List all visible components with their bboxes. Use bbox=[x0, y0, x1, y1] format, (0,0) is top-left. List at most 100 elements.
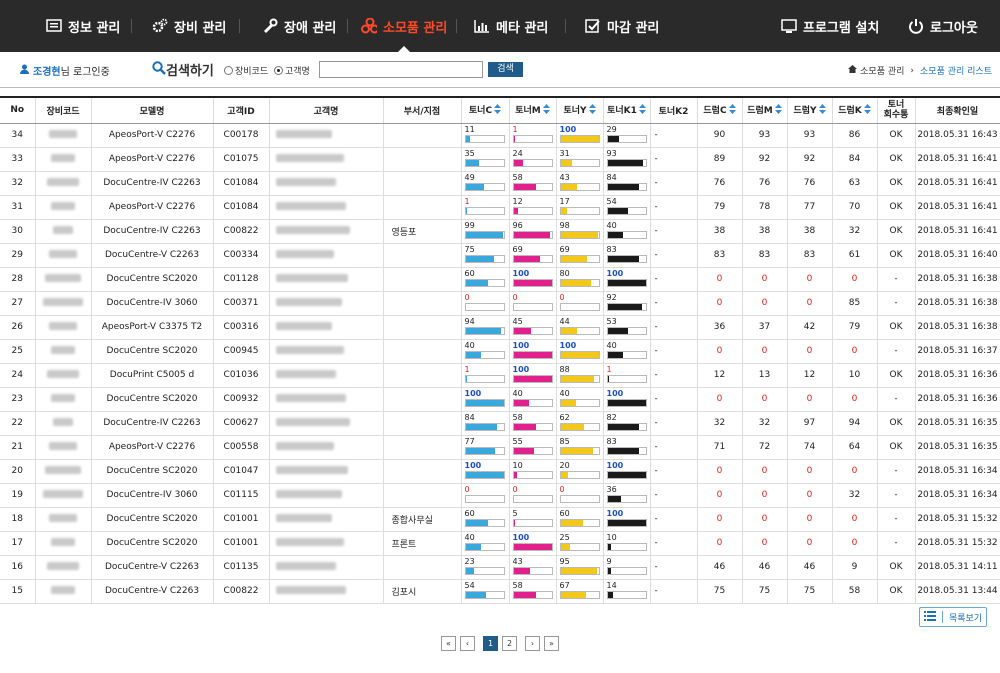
column-header-label: 드럼M bbox=[747, 106, 773, 117]
drum-dy: 0 bbox=[787, 531, 833, 556]
radio-device-code[interactable]: 장비코드 bbox=[224, 64, 268, 77]
table-row[interactable]: 28 DocuCentre SC2020 C01128 60 100 80 100-0 0 0 0… bbox=[0, 267, 1000, 292]
search-button[interactable]: 검색 bbox=[488, 62, 523, 77]
last-page-button[interactable]: » bbox=[544, 636, 559, 651]
table-row[interactable]: 29 DocuCentre-V C2263 C00334 75 69 69 83-83 83 8… bbox=[0, 243, 1000, 268]
department bbox=[383, 171, 462, 196]
column-header[interactable]: 토너Y bbox=[556, 96, 604, 124]
device-code-masked bbox=[35, 531, 92, 556]
search-input[interactable] bbox=[319, 61, 483, 78]
page-2-button[interactable]: 2 bbox=[502, 636, 517, 651]
column-header-label: 드럼C bbox=[703, 106, 727, 117]
toner-value: 12 bbox=[512, 196, 523, 206]
nav-divider bbox=[131, 19, 132, 33]
waste-toner-status: OK bbox=[877, 555, 916, 580]
prev-page-button[interactable]: ‹ bbox=[460, 636, 475, 651]
logout-button[interactable]: 로그아웃 bbox=[908, 0, 978, 52]
table-row[interactable]: 30 DocuCentre-IV C2263 C00822 영등포 99 96 98 40-3… bbox=[0, 219, 1000, 244]
drum-dc: 12 bbox=[697, 363, 743, 388]
table-row[interactable]: 23 DocuCentre SC2020 C00932 100 40 40 100-0 0 0 0… bbox=[0, 387, 1000, 412]
nav-info[interactable]: 정보 관리 bbox=[46, 0, 120, 52]
table-row[interactable]: 18 DocuCentre SC2020 C01001 종합사무실 60 5 60 100-0… bbox=[0, 507, 1000, 532]
last-checked-date: 2018.05.31 16:35 bbox=[915, 411, 1000, 436]
toner-bar bbox=[464, 326, 505, 335]
customer-name-masked bbox=[269, 363, 384, 388]
toner-level-tc: 84 bbox=[461, 411, 510, 436]
drum-dk: 0 bbox=[832, 339, 878, 364]
column-header[interactable]: 토너K1 bbox=[603, 96, 651, 124]
toner-level-ty: 95 bbox=[556, 555, 604, 580]
toner-k2: - bbox=[650, 483, 698, 508]
waste-toner-status: - bbox=[877, 267, 916, 292]
top-nav: 정보 관리 장비 관리 장애 관리 소모품 관리 메타 관리 마감 관리 프로그… bbox=[0, 0, 1000, 52]
nav-meta[interactable]: 메타 관리 bbox=[474, 0, 548, 52]
first-page-button[interactable]: « bbox=[441, 636, 456, 651]
column-header[interactable]: 토너M bbox=[509, 96, 557, 124]
sort-arrows-icon[interactable] bbox=[542, 104, 550, 117]
table-row[interactable]: 21 ApeosPort-V C2276 C00558 77 55 85 83 -71 72 74… bbox=[0, 435, 1000, 460]
drum-dm: 75 bbox=[742, 579, 788, 604]
divider bbox=[941, 611, 943, 623]
column-header[interactable]: 드럼M bbox=[742, 96, 788, 124]
toner-bar bbox=[606, 350, 647, 359]
sort-arrows-icon[interactable] bbox=[728, 104, 736, 117]
sort-arrows-icon[interactable] bbox=[494, 104, 502, 117]
toner-bar bbox=[606, 278, 647, 287]
last-checked-date: 2018.05.31 13:44 bbox=[915, 579, 1000, 604]
sort-arrows-icon[interactable] bbox=[774, 104, 782, 117]
table-row[interactable]: 31 ApeosPort-V C2276 C01084 1 12 17 54 -79 78 77 7… bbox=[0, 195, 1000, 220]
column-header[interactable]: 드럼C bbox=[697, 96, 743, 124]
toner-bar-fill bbox=[465, 183, 485, 190]
table-row[interactable]: 19 DocuCentre-IV 3060 C01115 0 0 0 36-0 0 0 32-20… bbox=[0, 483, 1000, 508]
device-code-masked bbox=[35, 219, 92, 244]
column-header[interactable]: 토너C bbox=[461, 96, 510, 124]
nav-close[interactable]: 마감 관리 bbox=[585, 0, 659, 52]
table-row[interactable]: 25 DocuCentre SC2020 C00945 40 100 100 40-0 0 0 0… bbox=[0, 339, 1000, 364]
install-button[interactable]: 프로그램 설치 bbox=[781, 0, 879, 52]
device-code-masked bbox=[35, 171, 92, 196]
table-row[interactable]: 34 ApeosPort-V C2276 C00178 11 1 100 29-90 93 93… bbox=[0, 123, 1000, 148]
masked-text bbox=[275, 345, 344, 354]
table-row[interactable]: 22 DocuCentre-IV C2263 C00627 84 58 62 82-32 32… bbox=[0, 411, 1000, 436]
toner-value: 40 bbox=[606, 340, 617, 350]
sort-arrows-icon[interactable] bbox=[638, 104, 646, 117]
nav-device[interactable]: 장비 관리 bbox=[152, 0, 226, 52]
sort-arrows-icon[interactable] bbox=[863, 104, 871, 117]
table-row[interactable]: 26 ApeosPort-V C3375 T2 C00316 94 45 44 53 -36 3… bbox=[0, 315, 1000, 340]
toner-level-tc: 77 bbox=[461, 435, 510, 460]
table-row[interactable]: 15 DocuCentre-V C2263 C00822 김포시 54 58 67 14-75… bbox=[0, 579, 1000, 604]
sort-arrows-icon[interactable] bbox=[818, 104, 826, 117]
table-row[interactable]: 24 DocuPrint C5005 d C01036 1 100 88 1-12 13 12 1… bbox=[0, 363, 1000, 388]
breadcrumb-home[interactable]: 소모품 관리 bbox=[860, 64, 904, 77]
table-row[interactable]: 20 DocuCentre SC2020 C01047 100 10 20 100-0 0 0 0… bbox=[0, 459, 1000, 484]
table-row[interactable]: 32 DocuCentre-IV C2263 C01084 49 58 43 84-76 76… bbox=[0, 171, 1000, 196]
toner-value: 94 bbox=[464, 316, 475, 326]
toner-bar-fill bbox=[465, 279, 489, 286]
toner-level-tm: 100 bbox=[509, 363, 557, 388]
table-row[interactable]: 33 ApeosPort-V C2276 C01075 35 24 31 93-89 92 92… bbox=[0, 147, 1000, 172]
customer-id: C01115 bbox=[213, 483, 270, 508]
column-header[interactable]: 드럼K bbox=[832, 96, 878, 124]
toner-level-tc: 11 bbox=[461, 123, 510, 148]
drum-dy: 0 bbox=[787, 387, 833, 412]
toner-bar bbox=[512, 518, 553, 527]
toner-k2: - bbox=[650, 147, 698, 172]
table-row[interactable]: 27 DocuCentre-IV 3060 C00371 0 0 0 92-0 0 0 85-20… bbox=[0, 291, 1000, 316]
masked-text bbox=[51, 201, 75, 210]
toner-bar bbox=[512, 422, 553, 431]
sort-arrows-icon[interactable] bbox=[588, 104, 596, 117]
next-page-button[interactable]: › bbox=[525, 636, 540, 651]
radio-customer-name[interactable]: 고객명 bbox=[274, 64, 310, 77]
drum-dk: 79 bbox=[832, 315, 878, 340]
nav-fault[interactable]: 장애 관리 bbox=[262, 0, 336, 52]
toner-bar bbox=[464, 350, 505, 359]
table-row[interactable]: 17 DocuCentre SC2020 C01001 프론트 40 100 25 10-0 0… bbox=[0, 531, 1000, 556]
list-view-button[interactable]: 목록보기 bbox=[919, 607, 987, 627]
column-header[interactable]: 드럼Y bbox=[787, 96, 833, 124]
page-1-button[interactable]: 1 bbox=[483, 636, 498, 651]
toner-bar-fill bbox=[560, 567, 597, 574]
table-row[interactable]: 16 DocuCentre-V C2263 C01135 23 43 95 9-46 46 46… bbox=[0, 555, 1000, 580]
nav-supplies[interactable]: 소모품 관리 bbox=[361, 0, 447, 52]
toner-bar-fill bbox=[607, 495, 622, 502]
breadcrumb-current[interactable]: 소모품 관리 리스트 bbox=[920, 64, 992, 77]
